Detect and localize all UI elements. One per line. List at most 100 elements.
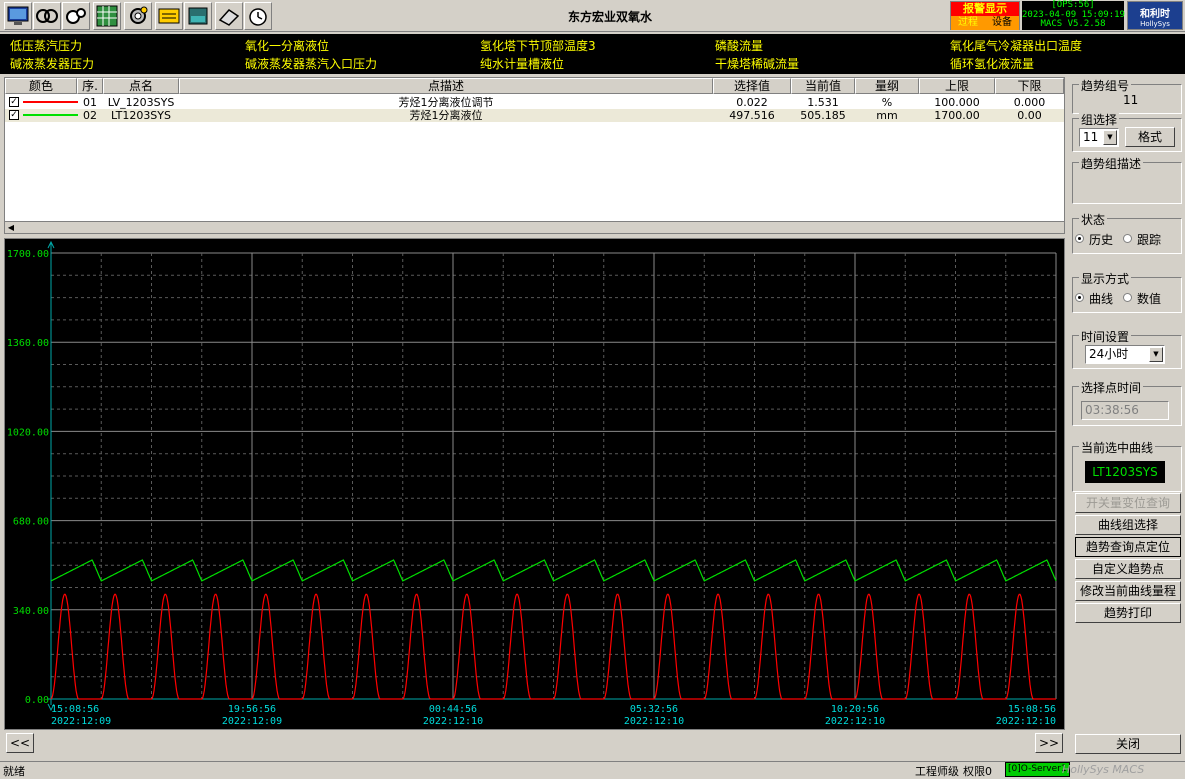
panel-icon[interactable] xyxy=(155,2,183,30)
logo-text: 和利时 xyxy=(1140,9,1170,20)
table-row[interactable]: ✓ 01 LV_1203SYS 芳烃1分离液位调节 0.022 1.531 % … xyxy=(5,96,1064,109)
cell-selected: 497.516 xyxy=(729,109,775,122)
switch-change-query-button[interactable]: 开关量变位查询 xyxy=(1075,493,1181,513)
cell-desc: 芳烃1分离液位调节 xyxy=(398,96,494,109)
cell-lower: 0.000 xyxy=(1013,96,1046,109)
group-select-label: 组选择 xyxy=(1079,111,1120,128)
table-horizontal-scrollbar[interactable]: ◀ xyxy=(5,221,1064,233)
cell-current: 505.185 xyxy=(800,109,846,122)
y-tick-label: 1700.00 xyxy=(7,249,49,260)
x-tick-label-date: 2022:12:10 xyxy=(624,716,684,727)
col-name[interactable]: 点名 xyxy=(103,78,179,94)
modify-curve-range-button[interactable]: 修改当前曲线量程 xyxy=(1075,581,1181,601)
alarm-item[interactable]: 氢化塔下节顶部温度3 xyxy=(480,37,596,54)
col-unit[interactable]: 量纲 xyxy=(855,78,919,94)
state-history-label[interactable]: 历史 xyxy=(1089,231,1113,248)
row-color-swatch xyxy=(23,114,78,116)
alarm-item[interactable]: 碱液蒸发器压力 xyxy=(10,55,94,72)
cell-seq: 02 xyxy=(83,109,97,122)
y-tick-label: 1360.00 xyxy=(7,338,49,349)
group-select-combo[interactable]: 11 ▼ xyxy=(1079,128,1119,147)
close-button[interactable]: 关闭 xyxy=(1075,734,1181,754)
trend-query-locate-button[interactable]: 趋势查询点定位 xyxy=(1075,537,1181,557)
cell-name: LV_1203SYS xyxy=(107,96,175,109)
state-label: 状态 xyxy=(1079,211,1108,228)
select-time-group: 选择点时间 03:38:56 xyxy=(1072,379,1182,426)
tank-icon[interactable] xyxy=(184,2,212,30)
scroll-left-icon[interactable]: ◀ xyxy=(5,222,17,233)
state-track-label[interactable]: 跟踪 xyxy=(1137,231,1161,248)
state-history-radio[interactable] xyxy=(1075,234,1084,243)
y-tick-label: 0.00 xyxy=(25,695,49,706)
alarm-device[interactable]: 设备 xyxy=(985,16,1019,30)
grid-icon[interactable] xyxy=(93,2,121,30)
curve-group-select-button[interactable]: 曲线组选择 xyxy=(1075,515,1181,535)
alarm-item[interactable]: 低压蒸汽压力 xyxy=(10,37,82,54)
trend-group-number-group: 趋势组号 11 xyxy=(1072,77,1182,114)
alarm-item[interactable]: 氧化一分离液位 xyxy=(245,37,329,54)
col-current[interactable]: 当前值 xyxy=(791,78,855,94)
folder-icon[interactable] xyxy=(215,2,243,30)
alarm-item[interactable]: 干燥塔稀碱流量 xyxy=(715,55,799,72)
time-setting-combo[interactable]: 24小时 ▼ xyxy=(1085,345,1165,364)
cell-upper: 1700.00 xyxy=(934,109,980,122)
format-button[interactable]: 格式 xyxy=(1125,127,1175,147)
chevron-down-icon[interactable]: ▼ xyxy=(1149,347,1163,362)
alarm-item[interactable]: 氧化尾气冷凝器出口温度 xyxy=(950,37,1082,54)
col-selected[interactable]: 选择值 xyxy=(713,78,791,94)
cell-unit: mm xyxy=(876,109,898,122)
select-time-input[interactable]: 03:38:56 xyxy=(1081,401,1169,420)
row-visible-checkbox[interactable]: ✓ xyxy=(9,110,19,120)
alarm-item[interactable]: 磷酸流量 xyxy=(715,37,763,54)
col-seq[interactable]: 序. xyxy=(77,78,103,94)
monitor-icon[interactable] xyxy=(4,2,32,30)
trend-print-button[interactable]: 趋势打印 xyxy=(1075,603,1181,623)
current-curve-value: LT1203SYS xyxy=(1085,461,1165,483)
x-tick-label-time: 05:32:56 xyxy=(630,704,678,715)
hollysys-logo: 和利时 HollySys xyxy=(1127,1,1183,30)
cell-selected: 0.022 xyxy=(736,96,768,109)
scroll-back-button[interactable]: << xyxy=(6,733,34,753)
y-tick-label: 680.00 xyxy=(13,517,49,528)
x-tick-label-date: 2022:12:10 xyxy=(996,716,1056,727)
col-desc[interactable]: 点描述 xyxy=(179,78,713,94)
clock-icon[interactable] xyxy=(244,2,272,30)
ops-version: MACS V5.2.58 xyxy=(1040,19,1106,29)
trend-group-value: 11 xyxy=(1123,93,1139,107)
display-value-label[interactable]: 数值 xyxy=(1137,290,1161,307)
trend-control-panel: 趋势组号 11 组选择 11 ▼ 格式 趋势组描述 状态 历史 跟踪 显示方式 … xyxy=(1068,76,1185,756)
trend-chart-svg[interactable]: 1700.001360.001020.00680.00340.000.0015:… xyxy=(5,239,1064,729)
display-value-radio[interactable] xyxy=(1123,293,1132,302)
row-visible-checkbox[interactable]: ✓ xyxy=(9,97,19,107)
chevron-down-icon[interactable]: ▼ xyxy=(1103,130,1117,145)
alarm-item[interactable]: 循环氢化液流量 xyxy=(950,55,1034,72)
alarm-display[interactable]: 报警显示 过程 设备 xyxy=(950,1,1020,30)
group-select-value: 11 xyxy=(1083,130,1099,144)
custom-trend-point-button[interactable]: 自定义趋势点 xyxy=(1075,559,1181,579)
x-tick-label-time: 15:08:56 xyxy=(1008,704,1056,715)
display-curve-radio[interactable] xyxy=(1075,293,1084,302)
col-lower[interactable]: 下限 xyxy=(995,78,1064,94)
alarm-item[interactable]: 碱液蒸发器蒸汽入口压力 xyxy=(245,55,377,72)
cell-current: 1.531 xyxy=(807,96,839,109)
trend-point-table: 颜色 序. 点名 点描述 选择值 当前值 量纲 上限 下限 ✓ 01 LV_12… xyxy=(4,77,1065,234)
handshake-icon[interactable] xyxy=(33,2,61,30)
alarm-item[interactable]: 纯水计量槽液位 xyxy=(480,55,564,72)
alarm-process[interactable]: 过程 xyxy=(951,16,985,30)
status-server: [0]O-Server1 xyxy=(1005,762,1070,777)
group-select-group: 组选择 11 ▼ 格式 xyxy=(1072,111,1182,152)
trend-group-label: 趋势组号 xyxy=(1079,77,1132,94)
col-upper[interactable]: 上限 xyxy=(919,78,995,94)
gears-icon[interactable] xyxy=(62,2,90,30)
settings-icon[interactable] xyxy=(124,2,152,30)
state-track-radio[interactable] xyxy=(1123,234,1132,243)
y-tick-label: 1020.00 xyxy=(7,427,49,438)
trend-chart[interactable]: 1700.00 1360.00 1020.00 680.00 340.00 0.00 15:… xyxy=(4,238,1065,730)
cell-seq: 01 xyxy=(83,96,97,109)
col-color[interactable]: 颜色 xyxy=(5,78,77,94)
scroll-forward-button[interactable]: >> xyxy=(1035,733,1063,753)
cell-desc: 芳烃1分离液位 xyxy=(409,109,483,122)
table-row[interactable]: ✓ 02 LT1203SYS 芳烃1分离液位 497.516 505.185 m… xyxy=(5,109,1064,122)
display-curve-label[interactable]: 曲线 xyxy=(1089,290,1113,307)
ops-status: [OPS:56] 2023-04-09 15:09:19 MACS V5.2.5… xyxy=(1022,0,1125,30)
